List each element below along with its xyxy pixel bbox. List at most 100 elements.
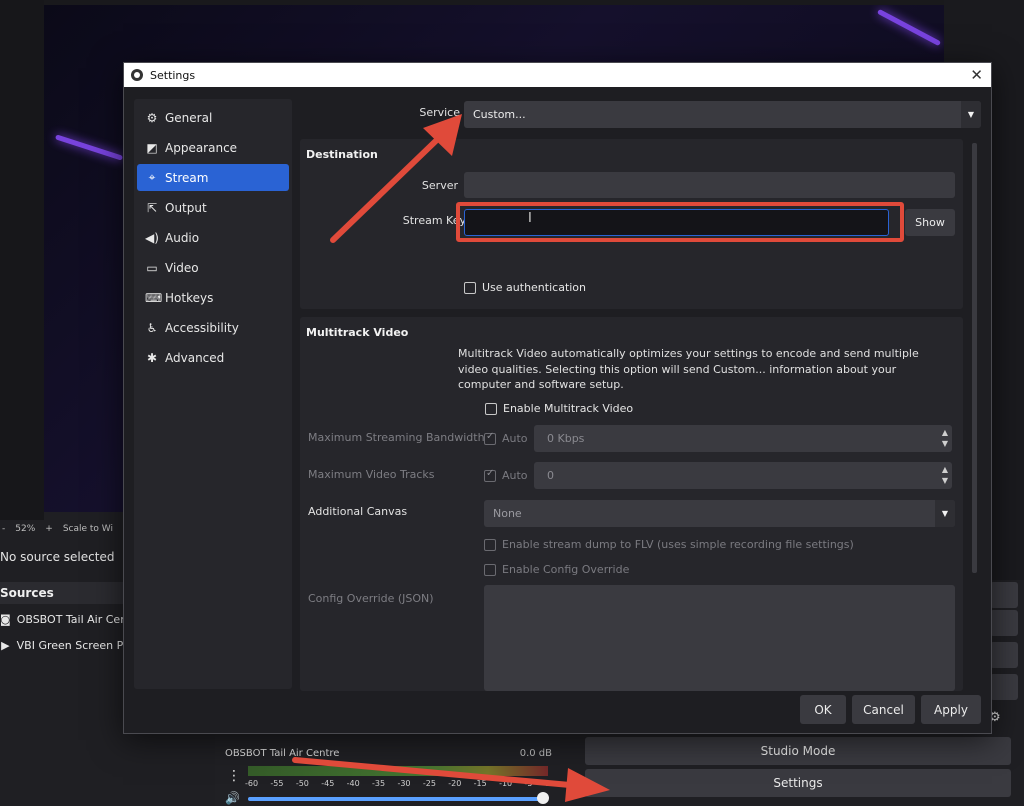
scrollbar-thumb[interactable] bbox=[972, 143, 977, 573]
source-label: VBI Green Screen Pu bbox=[16, 638, 130, 652]
obs-logo-icon bbox=[131, 69, 143, 81]
meter-tick: -40 bbox=[346, 779, 360, 788]
zoom-out-button[interactable]: - bbox=[2, 524, 5, 534]
checkbox-label: Enable stream dump to FLV (uses simple r… bbox=[502, 538, 854, 551]
config-override-checkbox[interactable]: Enable Config Override bbox=[484, 563, 629, 576]
sidebar-item-label: Output bbox=[165, 200, 207, 215]
spin-arrows-icon[interactable]: ▲ ▼ bbox=[942, 427, 948, 449]
sidebar-item-appearance[interactable]: ◩ Appearance bbox=[137, 134, 289, 161]
checkbox-box[interactable] bbox=[484, 563, 496, 576]
gear-icon: ⚙ bbox=[146, 110, 158, 125]
dock-button[interactable] bbox=[990, 642, 1018, 668]
sidebar-item-stream[interactable]: ⌖ Stream bbox=[137, 164, 289, 191]
server-label: Server bbox=[421, 179, 458, 192]
content-scrollbar[interactable] bbox=[969, 139, 979, 691]
speaker-icon: ◀) bbox=[145, 230, 159, 245]
controls-panel: Studio Mode Settings bbox=[573, 735, 1024, 806]
multitrack-group: Multitrack Video Multitrack Video automa… bbox=[300, 317, 963, 691]
dock-button[interactable] bbox=[990, 582, 1018, 608]
meter-tick: -50 bbox=[295, 779, 309, 788]
close-icon[interactable]: ✕ bbox=[970, 66, 983, 84]
checkbox-box[interactable] bbox=[485, 402, 497, 415]
multitrack-description: Multitrack Video automatically optimizes… bbox=[458, 347, 919, 391]
speaker-icon[interactable]: 🔊 bbox=[225, 791, 240, 805]
settings-button[interactable]: Settings bbox=[585, 769, 1011, 797]
sidebar-item-accessibility[interactable]: ♿ Accessibility bbox=[137, 314, 289, 341]
bandwidth-auto-checkbox[interactable]: Auto bbox=[484, 431, 528, 445]
stream-settings-panel: Service Custom... ▼ Destination Server S… bbox=[300, 99, 981, 691]
additional-canvas-select[interactable]: None ▼ bbox=[484, 500, 955, 527]
meter-tick: -25 bbox=[422, 779, 436, 788]
service-select[interactable]: Custom... ▼ bbox=[464, 101, 981, 128]
scale-to-window-button[interactable]: Scale to Wi bbox=[63, 524, 113, 534]
camera-icon: ◙ bbox=[0, 612, 11, 626]
sidebar-item-label: Hotkeys bbox=[165, 290, 214, 305]
studio-mode-button[interactable]: Studio Mode bbox=[585, 737, 1011, 765]
checkbox-box[interactable] bbox=[484, 431, 496, 445]
meter-tick: -35 bbox=[372, 779, 386, 788]
meter-ticks: -60 -55 -50 -45 -40 -35 -30 -25 -20 -15 … bbox=[245, 779, 550, 788]
wrench-icon: ✱ bbox=[146, 350, 158, 365]
zoom-in-button[interactable]: + bbox=[45, 524, 53, 534]
sidebar-item-label: Accessibility bbox=[165, 320, 239, 335]
checkbox-box[interactable] bbox=[484, 468, 496, 482]
sidebar-item-label: Video bbox=[165, 260, 199, 275]
additional-canvas-label: Additional Canvas bbox=[308, 505, 408, 518]
spin-arrows-icon[interactable]: ▲ ▼ bbox=[942, 464, 948, 486]
checkbox-box[interactable] bbox=[484, 538, 496, 551]
sidebar-item-hotkeys[interactable]: ⌨ Hotkeys bbox=[137, 284, 289, 311]
checkbox-label: Auto bbox=[502, 432, 528, 445]
use-authentication-checkbox[interactable]: Use authentication bbox=[464, 281, 586, 294]
sources-header: Sources bbox=[0, 582, 130, 604]
source-item[interactable]: ▶ VBI Green Screen Pu bbox=[0, 634, 130, 656]
sidebar-item-video[interactable]: ▭ Video bbox=[137, 254, 289, 281]
checkbox-label: Enable Multitrack Video bbox=[503, 402, 634, 415]
meter-tick: 0 bbox=[544, 779, 550, 788]
antenna-icon: ⌖ bbox=[148, 170, 156, 184]
volume-slider-handle[interactable] bbox=[537, 792, 549, 804]
mixer-db-readout: 0.0 dB bbox=[519, 748, 552, 759]
apply-button[interactable]: Apply bbox=[921, 695, 981, 724]
meter-tick: -10 bbox=[499, 779, 513, 788]
dock-button[interactable] bbox=[990, 610, 1018, 636]
sidebar-item-advanced[interactable]: ✱ Advanced bbox=[137, 344, 289, 371]
server-input[interactable] bbox=[464, 172, 955, 198]
meter-tick: -5 bbox=[524, 779, 533, 788]
service-value: Custom... bbox=[473, 108, 526, 121]
sidebar-item-audio[interactable]: ◀) Audio bbox=[137, 224, 289, 251]
checkbox-label: Enable Config Override bbox=[502, 563, 630, 576]
config-override-json-input[interactable] bbox=[484, 585, 955, 691]
bandwidth-spinbox[interactable]: 0 Kbps ▲ ▼ bbox=[534, 425, 952, 452]
tracks-auto-checkbox[interactable]: Auto bbox=[484, 468, 528, 482]
mixer-menu-icon[interactable]: ⋮ bbox=[227, 768, 241, 784]
checkbox-box[interactable] bbox=[464, 281, 476, 294]
tracks-value: 0 bbox=[547, 469, 554, 482]
appearance-icon: ◩ bbox=[146, 140, 158, 155]
ok-button[interactable]: OK bbox=[800, 695, 846, 724]
no-source-label: No source selected bbox=[0, 550, 115, 564]
preview-zoom-bar: - 52% + Scale to Wi bbox=[0, 518, 130, 540]
keyboard-icon: ⌨ bbox=[145, 290, 163, 305]
stream-dump-checkbox[interactable]: Enable stream dump to FLV (uses simple r… bbox=[484, 538, 854, 551]
bandwidth-value: 0 Kbps bbox=[547, 432, 585, 445]
text-cursor-icon: I bbox=[528, 211, 532, 226]
dialog-titlebar: Settings ✕ bbox=[124, 63, 991, 87]
cancel-button[interactable]: Cancel bbox=[852, 695, 915, 724]
enable-multitrack-checkbox[interactable]: Enable Multitrack Video bbox=[485, 402, 633, 415]
sidebar-item-label: Stream bbox=[165, 170, 209, 185]
video-tracks-spinbox[interactable]: 0 ▲ ▼ bbox=[534, 462, 952, 489]
settings-sidebar: ⚙ General ◩ Appearance ⌖ Stream ⇱ Output… bbox=[134, 99, 292, 689]
config-override-json-label: Config Override (JSON) bbox=[308, 592, 434, 605]
max-bandwidth-label: Maximum Streaming Bandwidth bbox=[308, 431, 485, 444]
sidebar-item-output[interactable]: ⇱ Output bbox=[137, 194, 289, 221]
accessibility-icon: ♿ bbox=[146, 320, 158, 335]
dock-button[interactable] bbox=[990, 674, 1018, 700]
sidebar-item-general[interactable]: ⚙ General bbox=[137, 104, 289, 131]
settings-dialog: Settings ✕ ⚙ General ◩ Appearance ⌖ Stre… bbox=[123, 62, 992, 734]
mixer-source-name: OBSBOT Tail Air Centre bbox=[225, 748, 340, 759]
source-item[interactable]: ◙ OBSBOT Tail Air Cent bbox=[0, 608, 130, 630]
preview-glow bbox=[54, 134, 124, 161]
show-key-button[interactable]: Show bbox=[905, 209, 955, 236]
volume-slider[interactable] bbox=[248, 797, 543, 801]
audio-mixer: OBSBOT Tail Air Centre 0.0 dB ⋮ -60 -55 … bbox=[215, 735, 560, 806]
